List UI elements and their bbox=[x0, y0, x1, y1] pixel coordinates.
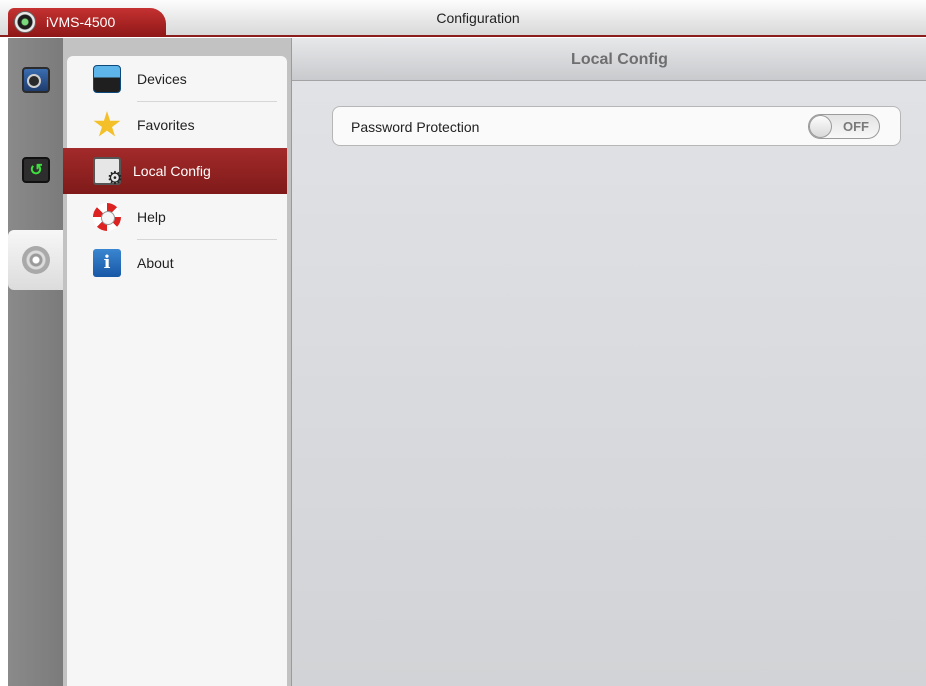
rail-item-configuration[interactable] bbox=[8, 230, 63, 290]
rail-item-playback[interactable] bbox=[8, 140, 63, 200]
content-header-title: Local Config bbox=[292, 38, 926, 81]
devices-icon bbox=[93, 65, 121, 93]
menu-item-devices[interactable]: Devices bbox=[67, 56, 287, 102]
menu-item-label: Help bbox=[137, 209, 166, 225]
info-book-icon: i bbox=[93, 249, 121, 277]
rail-item-live-view[interactable] bbox=[8, 50, 63, 110]
settings-content: Local Config Password Protection OFF bbox=[291, 38, 926, 686]
title-bar: iVMS-4500 Configuration bbox=[0, 0, 926, 37]
screen-title: Configuration bbox=[436, 10, 520, 26]
menu-item-label: Devices bbox=[137, 71, 187, 87]
side-rail bbox=[8, 38, 63, 686]
toggle-knob[interactable] bbox=[809, 115, 832, 138]
setting-row-password-protection: Password Protection OFF bbox=[332, 106, 901, 146]
monitor-icon bbox=[21, 67, 50, 93]
menu-item-about[interactable]: i About bbox=[67, 240, 287, 286]
menu-item-favorites[interactable]: Favorites bbox=[67, 102, 287, 148]
menu-item-label: About bbox=[137, 255, 174, 271]
config-menu: Devices Favorites Local Config Help i Ab… bbox=[63, 56, 287, 686]
password-protection-toggle[interactable]: OFF bbox=[808, 114, 880, 139]
menu-item-label: Local Config bbox=[133, 163, 211, 179]
settings-icon bbox=[21, 246, 50, 274]
menu-item-local-config[interactable]: Local Config bbox=[63, 148, 287, 194]
config-menu-panel: Devices Favorites Local Config Help i Ab… bbox=[63, 38, 291, 686]
playback-icon bbox=[21, 157, 50, 183]
setting-label: Password Protection bbox=[351, 119, 480, 135]
star-icon bbox=[93, 111, 121, 137]
menu-item-label: Favorites bbox=[137, 117, 195, 133]
toggle-state-label: OFF bbox=[843, 119, 869, 134]
menu-item-help[interactable]: Help bbox=[67, 194, 287, 240]
lifebuoy-icon bbox=[93, 203, 121, 231]
local-config-icon bbox=[93, 157, 123, 189]
